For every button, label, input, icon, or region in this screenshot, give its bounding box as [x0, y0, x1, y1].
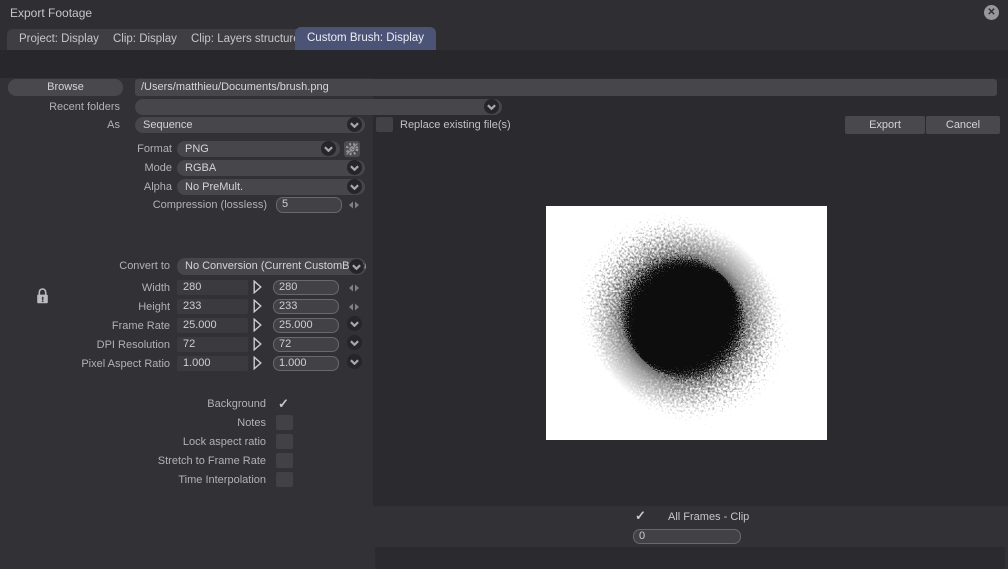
- bottom-strip: [375, 547, 1005, 569]
- width-label: Width: [141, 282, 170, 294]
- stretch-to-frame-rate-checkbox[interactable]: [276, 453, 293, 468]
- brush-spray-blob: [590, 225, 776, 411]
- height-stepper-arrows-icon[interactable]: [348, 303, 360, 311]
- compression-stepper-arrows-icon[interactable]: [348, 201, 360, 209]
- lock-aspect-ratio-checkbox[interactable]: [276, 434, 293, 449]
- dpi-source-value: 72: [177, 337, 248, 352]
- tab-clip-layers-structure[interactable]: Clip: Layers structure: [179, 29, 312, 50]
- compression-input[interactable]: 5: [276, 197, 342, 213]
- background-label: Background: [207, 398, 266, 410]
- dpi-chevron-down-icon[interactable]: [347, 335, 362, 350]
- as-label: As: [107, 119, 120, 131]
- height-source-value: 233: [177, 299, 248, 314]
- cancel-button[interactable]: Cancel: [926, 116, 1000, 134]
- alpha-chevron-down-icon[interactable]: [347, 179, 362, 194]
- alpha-dropdown[interactable]: No PreMult.: [177, 179, 365, 195]
- export-path-input[interactable]: /Users/matthieu/Documents/brush.png: [135, 79, 997, 96]
- export-footage-dialog: Export Footage ✕ Project: Display Clip: …: [0, 0, 1008, 569]
- brush-preview-image: [546, 206, 827, 440]
- width-input[interactable]: 280: [273, 280, 339, 295]
- format-settings-gear-disabled-icon[interactable]: [344, 141, 360, 157]
- recent-folders-chevron-down-icon[interactable]: [484, 99, 499, 114]
- convert-to-chevron-down-icon[interactable]: [349, 259, 364, 274]
- pixel-aspect-chevron-down-icon[interactable]: [347, 354, 362, 369]
- frame-rate-source-value: 25.000: [177, 318, 248, 333]
- mode-chevron-down-icon[interactable]: [347, 160, 362, 175]
- window-title: Export Footage: [10, 6, 93, 20]
- mode-label: Mode: [144, 162, 172, 174]
- browse-button[interactable]: Browse: [8, 79, 123, 96]
- convert-to-dropdown[interactable]: No Conversion (Current CustomBrush): [177, 258, 366, 275]
- tab-custom-brush-display[interactable]: Custom Brush: Display: [295, 27, 436, 50]
- format-label: Format: [137, 143, 172, 155]
- all-frames-checkbox-checked[interactable]: [635, 508, 646, 524]
- compression-label: Compression (lossless): [152, 199, 267, 211]
- height-apply-triangle-icon[interactable]: [253, 299, 262, 313]
- lock-aspect-ratio-label: Lock aspect ratio: [182, 436, 266, 448]
- close-icon[interactable]: ✕: [984, 5, 999, 20]
- recent-folders-dropdown[interactable]: [135, 99, 502, 115]
- as-dropdown[interactable]: Sequence: [135, 117, 365, 133]
- frame-rate-input[interactable]: 25.000: [273, 318, 339, 333]
- width-source-value: 280: [177, 280, 248, 295]
- notes-checkbox[interactable]: [276, 415, 293, 430]
- tab-clip-display[interactable]: Clip: Display: [101, 29, 189, 50]
- replace-existing-checkbox[interactable]: [376, 117, 393, 132]
- export-button[interactable]: Export: [845, 116, 925, 134]
- width-stepper-arrows-icon[interactable]: [348, 284, 360, 292]
- height-label: Height: [138, 301, 170, 313]
- replace-existing-label: Replace existing file(s): [400, 119, 511, 131]
- alpha-label: Alpha: [143, 181, 172, 193]
- format-chevron-down-icon[interactable]: [321, 141, 336, 156]
- pixel-aspect-source-value: 1.000: [177, 356, 248, 371]
- dpi-apply-triangle-icon[interactable]: [253, 337, 262, 351]
- mode-dropdown[interactable]: RGBA: [177, 160, 365, 176]
- frame-rate-apply-triangle-icon[interactable]: [253, 318, 262, 332]
- dpi-resolution-label: DPI Resolution: [96, 339, 170, 351]
- notes-label: Notes: [237, 417, 266, 429]
- height-input[interactable]: 233: [273, 299, 339, 314]
- dpi-input[interactable]: 72: [273, 337, 339, 352]
- stretch-to-frame-rate-label: Stretch to Frame Rate: [157, 455, 266, 467]
- tab-underband: [0, 50, 1008, 78]
- pixel-aspect-apply-triangle-icon[interactable]: [253, 356, 262, 370]
- as-chevron-down-icon[interactable]: [347, 117, 362, 132]
- frame-rate-label: Frame Rate: [111, 320, 170, 332]
- tab-project-display[interactable]: Project: Display: [7, 29, 111, 50]
- pixel-aspect-input[interactable]: 1.000: [273, 356, 339, 371]
- background-checkbox-checked[interactable]: [278, 396, 289, 412]
- frame-number-input[interactable]: 0: [633, 529, 741, 544]
- width-apply-triangle-icon[interactable]: [253, 280, 262, 294]
- format-dropdown[interactable]: PNG: [177, 141, 340, 157]
- time-interpolation-checkbox[interactable]: [276, 472, 293, 487]
- frame-rate-chevron-down-icon[interactable]: [347, 316, 362, 331]
- pixel-aspect-ratio-label: Pixel Aspect Ratio: [81, 358, 170, 370]
- all-frames-label: All Frames - Clip: [668, 511, 750, 523]
- time-interpolation-label: Time Interpolation: [178, 474, 266, 486]
- recent-folders-label: Recent folders: [49, 101, 120, 113]
- convert-to-label: Convert to: [119, 260, 170, 272]
